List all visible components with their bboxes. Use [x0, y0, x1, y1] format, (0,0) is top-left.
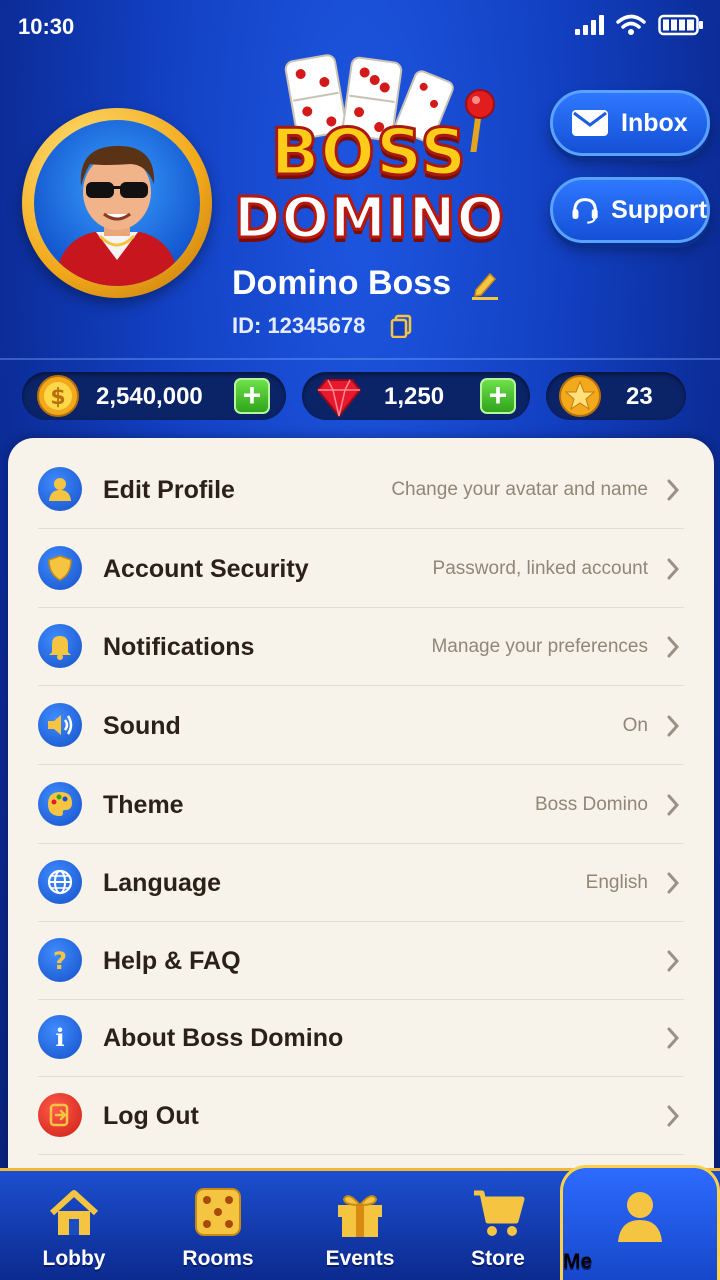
game-logo: BOSS DOMINO [233, 52, 506, 253]
coins-balance: $ 2,540,000 + [22, 372, 286, 420]
chevron-right-icon [667, 872, 680, 894]
chevron-right-icon [667, 950, 680, 972]
speaker-icon [38, 703, 82, 747]
logout-icon [38, 1093, 82, 1137]
avatar[interactable] [22, 108, 212, 298]
logo-title-line1: BOSS [269, 115, 468, 192]
headset-icon [572, 198, 598, 224]
header-divider [0, 358, 720, 360]
settings-row-value: Change your avatar and name [391, 479, 648, 500]
person-icon [618, 1192, 662, 1242]
chevron-right-icon [667, 636, 680, 658]
chevron-right-icon [667, 794, 680, 816]
pencil-icon[interactable] [470, 268, 500, 300]
avatar-image [34, 120, 200, 286]
support-label: Support [611, 195, 707, 224]
svg-text:$: $ [50, 385, 65, 410]
stars-balance: 23 [546, 372, 686, 420]
battery-icon [658, 14, 703, 36]
nav-tab-me[interactable]: Me [560, 1165, 720, 1280]
status-icons [574, 14, 704, 36]
settings-row-value: Manage your preferences [431, 636, 648, 657]
settings-panel: Edit Profile Change your avatar and name… [8, 438, 714, 1198]
gem-icon [316, 379, 362, 418]
settings-row-theme[interactable]: Theme Boss Domino [38, 766, 684, 844]
svg-text:?: ? [53, 947, 67, 974]
settings-row-label: Sound [103, 712, 181, 740]
settings-row-label: Help & FAQ [103, 947, 241, 975]
nav-label: Me [563, 1250, 593, 1273]
settings-row-value: On [622, 715, 648, 736]
add-coins-button[interactable]: + [234, 378, 270, 414]
settings-row-label: Language [103, 869, 222, 897]
nav-tab-rooms[interactable]: Rooms [148, 1171, 288, 1280]
palette-icon [38, 782, 82, 826]
profile-screen: 10:30 BOSS DOMINO Inbox Support Domino B… [0, 0, 720, 1280]
status-bar: 10:30 [0, 0, 720, 56]
status-time: 10:30 [18, 14, 75, 39]
settings-row-log-out[interactable]: Log Out [38, 1077, 684, 1155]
nav-label: Rooms [182, 1247, 254, 1270]
nav-tab-store[interactable]: Store [428, 1171, 568, 1280]
globe-icon [38, 860, 82, 904]
person-icon [38, 467, 82, 511]
coins-value: 2,540,000 [96, 383, 203, 410]
settings-row-sound[interactable]: Sound On [38, 687, 684, 765]
settings-row-label: Notifications [103, 633, 255, 661]
cart-icon [474, 1190, 525, 1236]
star-icon [559, 375, 601, 417]
logo-title-line2: DOMINO [233, 185, 506, 253]
coin-icon: $ [37, 375, 79, 417]
bell-icon [38, 624, 82, 668]
add-gems-button[interactable]: + [480, 378, 516, 414]
inbox-label: Inbox [621, 108, 688, 137]
signal-icon [575, 15, 604, 35]
settings-row-value: Password, linked account [432, 558, 648, 579]
shield-icon [38, 546, 82, 590]
settings-row-account-security[interactable]: Account Security Password, linked accoun… [38, 530, 684, 608]
copy-icon[interactable] [390, 314, 412, 338]
settings-row-label: Account Security [103, 555, 309, 583]
chevron-right-icon [667, 558, 680, 580]
house-icon [49, 1190, 99, 1235]
svg-text:i: i [55, 1023, 64, 1051]
info-icon: i [38, 1015, 82, 1059]
question-icon: ? [38, 938, 82, 982]
envelope-icon [572, 110, 608, 136]
settings-row-language[interactable]: Language English [38, 844, 684, 922]
chevron-right-icon [667, 1105, 680, 1127]
nav-tab-lobby[interactable]: Lobby [4, 1171, 144, 1280]
dice-icon [195, 1188, 241, 1236]
bottom-nav: Lobby Rooms Events Store Me [0, 1165, 720, 1280]
support-button[interactable]: Support [550, 177, 710, 243]
chevron-right-icon [667, 715, 680, 737]
settings-row-label: Log Out [103, 1102, 199, 1130]
wifi-icon [616, 14, 646, 35]
settings-row-label: About Boss Domino [103, 1024, 344, 1052]
settings-row-notifications[interactable]: Notifications Manage your preferences [38, 608, 684, 686]
gift-icon [338, 1195, 382, 1237]
user-id: ID: 12345678 [232, 313, 366, 338]
username: Domino Boss [232, 264, 452, 302]
settings-row-help-faq[interactable]: ? Help & FAQ [38, 922, 684, 1000]
settings-row-label: Edit Profile [103, 476, 235, 504]
settings-row-value: Boss Domino [535, 794, 648, 815]
stars-value: 23 [626, 383, 653, 410]
gems-balance: 1,250 + [302, 372, 530, 420]
nav-label: Events [325, 1247, 395, 1270]
settings-row-value: English [585, 872, 648, 893]
settings-row-edit-profile[interactable]: Edit Profile Change your avatar and name [38, 451, 684, 529]
settings-row-about[interactable]: i About Boss Domino [38, 999, 684, 1077]
settings-row-label: Theme [103, 791, 184, 819]
nav-label: Store [471, 1247, 525, 1270]
chevron-right-icon [667, 1027, 680, 1049]
gems-value: 1,250 [384, 383, 445, 410]
chevron-right-icon [667, 479, 680, 501]
inbox-button[interactable]: Inbox [550, 90, 710, 156]
nav-label: Lobby [42, 1247, 106, 1270]
nav-tab-events[interactable]: Events [290, 1171, 430, 1280]
